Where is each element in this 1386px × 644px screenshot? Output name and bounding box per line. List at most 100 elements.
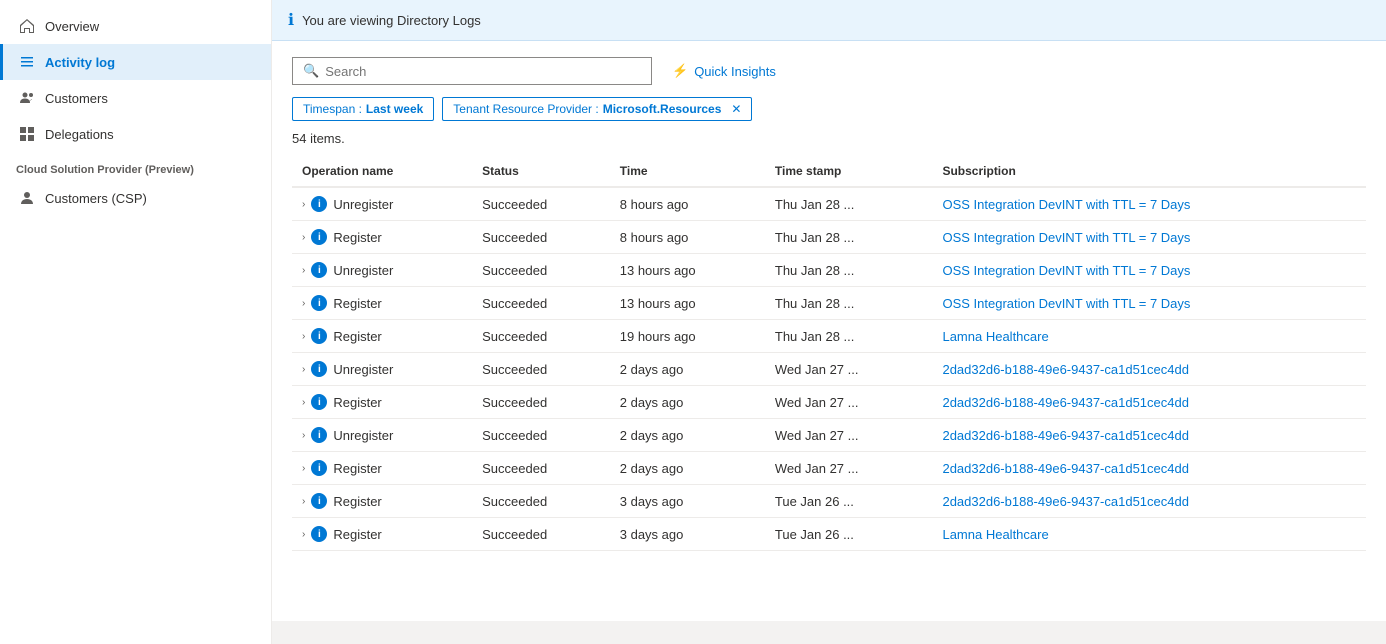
cell-time-7: 2 days ago [610, 419, 765, 452]
row-info-icon: i [311, 526, 327, 542]
table-header-row: Operation name Status Time Time stamp Su… [292, 156, 1366, 187]
row-info-icon: i [311, 262, 327, 278]
cell-status-0: Succeeded [472, 187, 610, 221]
op-name: Unregister [333, 428, 393, 443]
row-info-icon: i [311, 460, 327, 476]
op-name: Register [333, 494, 381, 509]
cell-subscription-4[interactable]: Lamna Healthcare [932, 320, 1366, 353]
cell-operation-5: › i Unregister [292, 353, 472, 386]
quick-insights-icon: ⚡ [672, 63, 688, 79]
cell-time-5: 2 days ago [610, 353, 765, 386]
subscription-link-8[interactable]: 2dad32d6-b188-49e6-9437-ca1d51cec4dd [942, 461, 1189, 476]
sidebar-item-activity-log[interactable]: Activity log [0, 44, 271, 80]
cell-time-6: 2 days ago [610, 386, 765, 419]
sidebar-item-customers-csp[interactable]: Customers (CSP) [0, 180, 271, 216]
table-row: › i Register Succeeded8 hours agoThu Jan… [292, 221, 1366, 254]
cell-operation-2: › i Unregister [292, 254, 472, 287]
cell-timestamp-6: Wed Jan 27 ... [765, 386, 933, 419]
cell-status-1: Succeeded [472, 221, 610, 254]
sidebar-item-customers-label: Customers [45, 91, 108, 106]
subscription-link-1[interactable]: OSS Integration DevINT with TTL = 7 Days [942, 230, 1190, 245]
col-status: Status [472, 156, 610, 187]
row-expand-icon[interactable]: › [302, 265, 305, 276]
cell-timestamp-1: Thu Jan 28 ... [765, 221, 933, 254]
home-icon [19, 18, 35, 34]
search-input[interactable] [325, 64, 641, 79]
subscription-link-9[interactable]: 2dad32d6-b188-49e6-9437-ca1d51cec4dd [942, 494, 1189, 509]
cell-subscription-7[interactable]: 2dad32d6-b188-49e6-9437-ca1d51cec4dd [932, 419, 1366, 452]
cell-time-10: 3 days ago [610, 518, 765, 551]
table-row: › i Register Succeeded19 hours agoThu Ja… [292, 320, 1366, 353]
table-row: › i Register Succeeded2 days agoWed Jan … [292, 452, 1366, 485]
cell-time-0: 8 hours ago [610, 187, 765, 221]
row-expand-icon[interactable]: › [302, 430, 305, 441]
col-timestamp: Time stamp [765, 156, 933, 187]
cell-operation-7: › i Unregister [292, 419, 472, 452]
row-expand-icon[interactable]: › [302, 298, 305, 309]
cell-operation-3: › i Register [292, 287, 472, 320]
cell-subscription-2[interactable]: OSS Integration DevINT with TTL = 7 Days [932, 254, 1366, 287]
row-expand-icon[interactable]: › [302, 463, 305, 474]
subscription-link-4[interactable]: Lamna Healthcare [942, 329, 1048, 344]
sidebar-item-delegations-label: Delegations [45, 127, 114, 142]
cell-subscription-6[interactable]: 2dad32d6-b188-49e6-9437-ca1d51cec4dd [932, 386, 1366, 419]
cell-time-4: 19 hours ago [610, 320, 765, 353]
cell-subscription-1[interactable]: OSS Integration DevINT with TTL = 7 Days [932, 221, 1366, 254]
op-name: Register [333, 395, 381, 410]
subscription-link-10[interactable]: Lamna Healthcare [942, 527, 1048, 542]
cell-operation-8: › i Register [292, 452, 472, 485]
search-box[interactable]: 🔍 [292, 57, 652, 85]
cell-subscription-8[interactable]: 2dad32d6-b188-49e6-9437-ca1d51cec4dd [932, 452, 1366, 485]
table-row: › i Unregister Succeeded13 hours agoThu … [292, 254, 1366, 287]
row-expand-icon[interactable]: › [302, 364, 305, 375]
row-expand-icon[interactable]: › [302, 529, 305, 540]
op-name: Unregister [333, 263, 393, 278]
row-info-icon: i [311, 295, 327, 311]
subscription-link-2[interactable]: OSS Integration DevINT with TTL = 7 Days [942, 263, 1190, 278]
cell-status-5: Succeeded [472, 353, 610, 386]
tenant-rp-filter[interactable]: Tenant Resource Provider : Microsoft.Res… [442, 97, 752, 121]
sidebar: Overview Activity log Customers Delegati… [0, 0, 272, 644]
row-expand-icon[interactable]: › [302, 397, 305, 408]
search-icon: 🔍 [303, 63, 319, 79]
people-icon [19, 90, 35, 106]
subscription-link-0[interactable]: OSS Integration DevINT with TTL = 7 Days [942, 197, 1190, 212]
subscription-link-5[interactable]: 2dad32d6-b188-49e6-9437-ca1d51cec4dd [942, 362, 1189, 377]
cell-operation-1: › i Register [292, 221, 472, 254]
list-icon [19, 54, 35, 70]
sidebar-item-delegations[interactable]: Delegations [0, 116, 271, 152]
cell-status-10: Succeeded [472, 518, 610, 551]
cell-time-3: 13 hours ago [610, 287, 765, 320]
subscription-link-6[interactable]: 2dad32d6-b188-49e6-9437-ca1d51cec4dd [942, 395, 1189, 410]
subscription-link-3[interactable]: OSS Integration DevINT with TTL = 7 Days [942, 296, 1190, 311]
row-expand-icon[interactable]: › [302, 496, 305, 507]
tenant-rp-filter-close-icon[interactable]: ✕ [731, 102, 741, 116]
timespan-filter-value: Last week [366, 102, 423, 116]
tenant-rp-filter-value: Microsoft.Resources [603, 102, 722, 116]
cell-subscription-3[interactable]: OSS Integration DevINT with TTL = 7 Days [932, 287, 1366, 320]
cell-subscription-9[interactable]: 2dad32d6-b188-49e6-9437-ca1d51cec4dd [932, 485, 1366, 518]
subscription-link-7[interactable]: 2dad32d6-b188-49e6-9437-ca1d51cec4dd [942, 428, 1189, 443]
timespan-filter[interactable]: Timespan : Last week [292, 97, 434, 121]
cell-operation-0: › i Unregister [292, 187, 472, 221]
table-row: › i Unregister Succeeded2 days agoWed Ja… [292, 353, 1366, 386]
cell-subscription-0[interactable]: OSS Integration DevINT with TTL = 7 Days [932, 187, 1366, 221]
row-expand-icon[interactable]: › [302, 331, 305, 342]
sidebar-item-customers[interactable]: Customers [0, 80, 271, 116]
row-info-icon: i [311, 361, 327, 377]
cell-subscription-10[interactable]: Lamna Healthcare [932, 518, 1366, 551]
table-row: › i Unregister Succeeded2 days agoWed Ja… [292, 419, 1366, 452]
row-expand-icon[interactable]: › [302, 232, 305, 243]
table-row: › i Register Succeeded3 days agoTue Jan … [292, 485, 1366, 518]
col-subscription: Subscription [932, 156, 1366, 187]
cell-status-4: Succeeded [472, 320, 610, 353]
cell-status-6: Succeeded [472, 386, 610, 419]
quick-insights-button[interactable]: ⚡ Quick Insights [664, 57, 784, 85]
row-expand-icon[interactable]: › [302, 199, 305, 210]
cell-operation-6: › i Register [292, 386, 472, 419]
sidebar-item-overview[interactable]: Overview [0, 8, 271, 44]
data-table: Operation name Status Time Time stamp Su… [292, 156, 1366, 551]
cell-status-8: Succeeded [472, 452, 610, 485]
info-bar: ℹ You are viewing Directory Logs [272, 0, 1386, 41]
cell-subscription-5[interactable]: 2dad32d6-b188-49e6-9437-ca1d51cec4dd [932, 353, 1366, 386]
